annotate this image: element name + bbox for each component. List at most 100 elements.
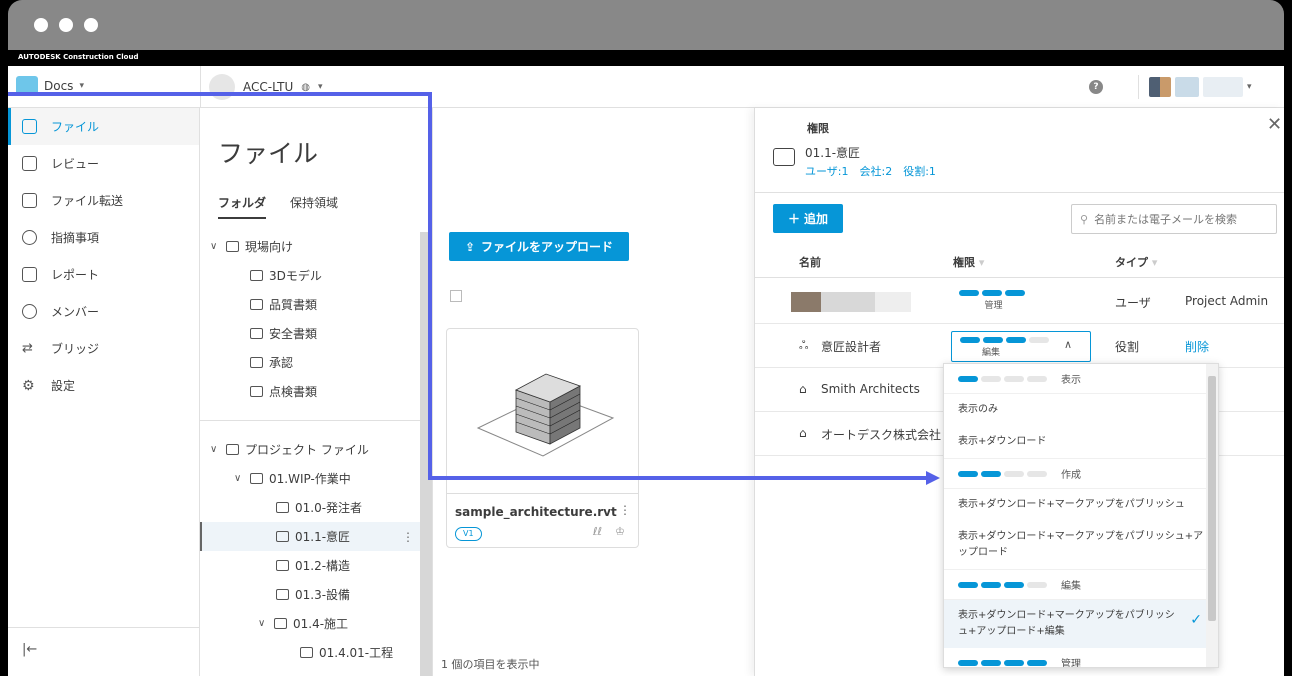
annotation-arrow-h1 — [8, 92, 432, 96]
maximize-dot[interactable] — [84, 18, 98, 32]
user-menu[interactable]: ▾ — [1138, 75, 1252, 99]
folder-icon — [276, 502, 289, 513]
permission-folder: 01.1-意匠 ユーザ:1 会社:2 役割:1 — [773, 144, 936, 179]
tree-item-label: 承認 — [269, 356, 294, 370]
tree-item[interactable]: 点検書類 — [200, 377, 420, 406]
tree-item[interactable]: 安全書類 — [200, 319, 420, 348]
plus-icon: ＋ — [787, 212, 800, 226]
table-row: 管理 ユーザ Project Admin — [755, 280, 1284, 324]
annotation-arrow-v — [428, 92, 432, 480]
folder-pane: ファイル フォルダ 保持領域 ∨ 現場向け 3Dモデル 品質書類 安全書類 承認 … — [200, 108, 433, 676]
table-header: 名前 権限 ▾ タイプ ▾ — [755, 248, 1284, 278]
add-member-button[interactable]: ＋ 追加 — [773, 204, 843, 233]
dd-option[interactable]: 表示+ダウンロード+マークアップをパブリッシュ — [944, 489, 1218, 521]
tree-item[interactable]: 01.2-構造 — [200, 551, 420, 580]
permission-bars — [958, 375, 1047, 382]
col-permission[interactable]: 権限 ▾ — [953, 254, 984, 270]
sidebar-item-bridge[interactable]: ⇄ ブリッジ — [8, 330, 199, 367]
dd-option-selected[interactable]: 表示+ダウンロード+マークアップをパブリッシュ+アップロード+編集 ✓ — [944, 600, 1218, 648]
member-type: 役割 — [1115, 340, 1140, 354]
tree-item[interactable]: 01.4.01-工程 — [200, 638, 420, 667]
tree-divider — [200, 420, 420, 421]
close-dot[interactable] — [34, 18, 48, 32]
dd-group-label: 編集 — [1061, 581, 1081, 592]
collapse-nav-button[interactable]: |← — [8, 627, 200, 671]
tree-item-field[interactable]: ∨ 現場向け — [200, 232, 420, 261]
search-input[interactable] — [1094, 212, 1265, 226]
sidebar-item-label: レポート — [51, 268, 100, 282]
tree-item-label: 01.4.01-工程 — [319, 646, 394, 660]
search-field[interactable]: ⚲ — [1071, 204, 1277, 234]
more-icon[interactable]: ⋮ — [619, 503, 631, 517]
window-controls — [34, 18, 98, 32]
project-thumbnail — [209, 74, 235, 100]
file-thumbnail — [447, 329, 638, 494]
table-row: ஃ 意匠設計者 編集 ∧ 役割 削除 — [755, 324, 1284, 368]
item-count: 1 個の項目を表示中 — [441, 658, 540, 671]
module-label: Docs — [44, 79, 74, 93]
search-icon: ⚲ — [1080, 212, 1089, 226]
globe-icon: ◍ — [301, 81, 310, 93]
permission-bars — [958, 581, 1047, 588]
permission-bars — [958, 659, 1047, 666]
tree-item[interactable]: ∨ 01.4-施工 — [200, 609, 420, 638]
folder-icon — [274, 618, 287, 629]
file-name[interactable]: sample_architecture.rvt — [455, 505, 617, 519]
tree-item-project-files[interactable]: ∨ プロジェクト ファイル — [200, 435, 420, 464]
folder-icon — [250, 270, 263, 281]
delete-link[interactable]: 削除 — [1185, 338, 1209, 355]
tab-retention[interactable]: 保持領域 — [290, 194, 338, 219]
tab-folders[interactable]: フォルダ — [218, 194, 267, 219]
folder-icon — [250, 328, 263, 339]
tree-item[interactable]: 承認 — [200, 348, 420, 377]
sidebar-item-review[interactable]: レビュー — [8, 145, 199, 182]
panel-title: 権限 — [807, 122, 829, 135]
sidebar-item-transfer[interactable]: ファイル転送 — [8, 182, 199, 219]
col-name[interactable]: 名前 — [799, 254, 821, 270]
tree-item[interactable]: 01.0-発注者 — [200, 493, 420, 522]
member-counts[interactable]: ユーザ:1 会社:2 役割:1 — [805, 163, 936, 179]
tree-item[interactable]: 品質書類 — [200, 290, 420, 319]
close-icon[interactable]: ✕ — [1267, 114, 1282, 135]
col-type[interactable]: タイプ ▾ — [1115, 254, 1157, 270]
file-card[interactable]: sample_architecture.rvt ⋮ V1 ℓℓ ♔ — [446, 328, 639, 548]
version-badge[interactable]: V1 — [455, 527, 482, 541]
brand-bar: AUTODESK Construction Cloud — [8, 50, 1284, 66]
dd-group-view: 表示 — [944, 364, 1218, 394]
company-icon: ⌂ — [799, 382, 807, 396]
tree-item-label: 品質書類 — [269, 298, 318, 312]
dd-option[interactable]: 表示のみ — [944, 394, 1218, 426]
scroll-thumb[interactable] — [1208, 376, 1216, 621]
member-name: 意匠設計者 — [821, 340, 882, 354]
tree-item[interactable]: 01.3-設備 — [200, 580, 420, 609]
sidebar-item-issues[interactable]: 指摘事項 — [8, 219, 199, 256]
tree-item-selected[interactable]: 01.1-意匠 ⋮ — [200, 522, 420, 551]
tree-item-label: プロジェクト ファイル — [245, 443, 369, 457]
upload-button[interactable]: ⇪ ファイルをアップロード — [449, 232, 629, 261]
dd-option[interactable]: 表示+ダウンロード+マークアップをパブリッシュ+アップロード — [944, 521, 1218, 570]
tree-item[interactable]: ∨ 01.WIP-作業中 — [200, 464, 420, 493]
select-all-checkbox[interactable] — [450, 290, 462, 302]
crown-icon: ♔ — [615, 525, 625, 538]
sidebar-item-members[interactable]: メンバー — [8, 293, 199, 330]
sidebar-item-reports[interactable]: レポート — [8, 256, 199, 293]
sidebar-item-settings[interactable]: ⚙ 設定 — [8, 367, 199, 404]
more-icon[interactable]: ⋮ — [402, 530, 414, 544]
tree-item-label: 点検書類 — [269, 385, 318, 399]
help-icon[interactable]: ? — [1089, 80, 1103, 94]
tree-item-label: 現場向け — [245, 240, 294, 254]
sidebar-item-files[interactable]: ファイル — [8, 108, 199, 145]
dd-group-label: 管理 — [1061, 659, 1081, 668]
project-switcher[interactable]: ACC-LTU ◍ ▾ — [200, 66, 323, 108]
avatar-blur — [1203, 77, 1243, 97]
dropdown-scrollbar[interactable] — [1206, 364, 1218, 667]
chevron-up-icon: ∧ — [1064, 338, 1073, 351]
chevron-down-icon: ∨ — [258, 618, 266, 629]
chevron-down-icon: ∨ — [234, 473, 242, 484]
tree-item-label: 3Dモデル — [269, 269, 322, 283]
permission-select[interactable]: 編集 ∧ — [951, 331, 1091, 362]
tree-item[interactable]: 3Dモデル — [200, 261, 420, 290]
dd-option[interactable]: 表示+ダウンロード — [944, 426, 1218, 459]
folder-icon — [226, 444, 239, 455]
minimize-dot[interactable] — [59, 18, 73, 32]
